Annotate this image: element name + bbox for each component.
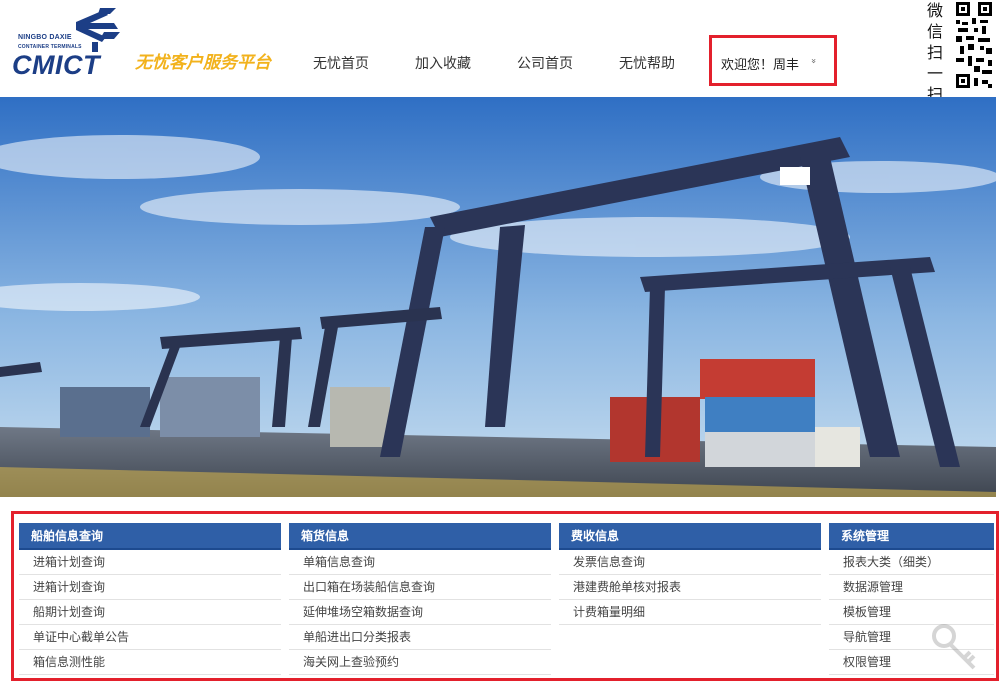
header: NINGBO DAXIE CONTAINER TERMINALS CMICT 无… (0, 0, 1004, 104)
menu-column-title: 费收信息 (559, 523, 821, 550)
nav-help[interactable]: 无忧帮助 (619, 53, 675, 73)
menu-item[interactable]: 港建费舱单核对报表 (559, 575, 821, 600)
nav-add-favorite[interactable]: 加入收藏 (415, 53, 471, 73)
menu-column-title: 系统管理 (829, 523, 994, 550)
menu-item[interactable]: 单船进出口分类报表 (289, 625, 551, 650)
menu-item[interactable]: 数据源管理 (829, 575, 994, 600)
menu-item[interactable]: 船期计划查询 (19, 600, 281, 625)
nav-company-home[interactable]: 公司首页 (517, 53, 573, 73)
wechat-char: 微 (926, 1, 943, 20)
logo-line1: NINGBO DAXIE (18, 34, 72, 41)
menu-item[interactable]: 进箱计划查询 (19, 575, 281, 600)
menu-item[interactable]: 延伸堆场空箱数据查询 (289, 600, 551, 625)
cmict-logo[interactable]: NINGBO DAXIE CONTAINER TERMINALS CMICT (12, 6, 132, 80)
qr-code-icon (954, 0, 994, 90)
menu-item[interactable]: 发票信息查询 (559, 550, 821, 575)
wechat-char: 扫 (926, 43, 943, 62)
menu-item[interactable]: 出口箱在场装船信息查询 (289, 575, 551, 600)
menu-item[interactable]: 计费箱量明细 (559, 600, 821, 625)
wechat-char: 信 (926, 22, 943, 41)
key-icon (932, 624, 976, 670)
menu-column-fees: 费收信息 发票信息查询 港建费舱单核对报表 计费箱量明细 (559, 523, 821, 625)
menu-column-cargo: 箱货信息 单箱信息查询 出口箱在场装船信息查询 延伸堆场空箱数据查询 单船进出口… (289, 523, 551, 675)
menu-item[interactable]: 单箱信息查询 (289, 550, 551, 575)
menu-panel: 船舶信息查询 进箱计划查询 进箱计划查询 船期计划查询 单证中心截单公告 箱信息… (11, 511, 999, 681)
user-greeting: 欢迎您！周丰 (721, 58, 800, 73)
user-menu[interactable]: 欢迎您！周丰 » (709, 35, 837, 86)
menu-column-title: 船舶信息查询 (19, 523, 281, 550)
logo-word: CMICT (12, 50, 100, 80)
nav-home[interactable]: 无忧首页 (313, 53, 369, 73)
wechat-char: 一 (926, 64, 943, 83)
platform-slogan: 无忧客户服务平台 (135, 53, 271, 73)
menu-column-title: 箱货信息 (289, 523, 551, 550)
menu-item[interactable]: 单证中心截单公告 (19, 625, 281, 650)
menu-item[interactable]: 报表大类（细类） (829, 550, 994, 575)
menu-item[interactable]: 箱信息测性能 (19, 650, 281, 675)
menu-item[interactable]: 海关网上查验预约 (289, 650, 551, 675)
port-crane-banner (0, 97, 996, 497)
menu-column-ship: 船舶信息查询 进箱计划查询 进箱计划查询 船期计划查询 单证中心截单公告 箱信息… (19, 523, 281, 675)
wechat-scan-label: 微 信 扫 一 扫 (924, 0, 946, 105)
chevron-down-icon: » (807, 58, 818, 64)
menu-item[interactable]: 进箱计划查询 (19, 550, 281, 575)
